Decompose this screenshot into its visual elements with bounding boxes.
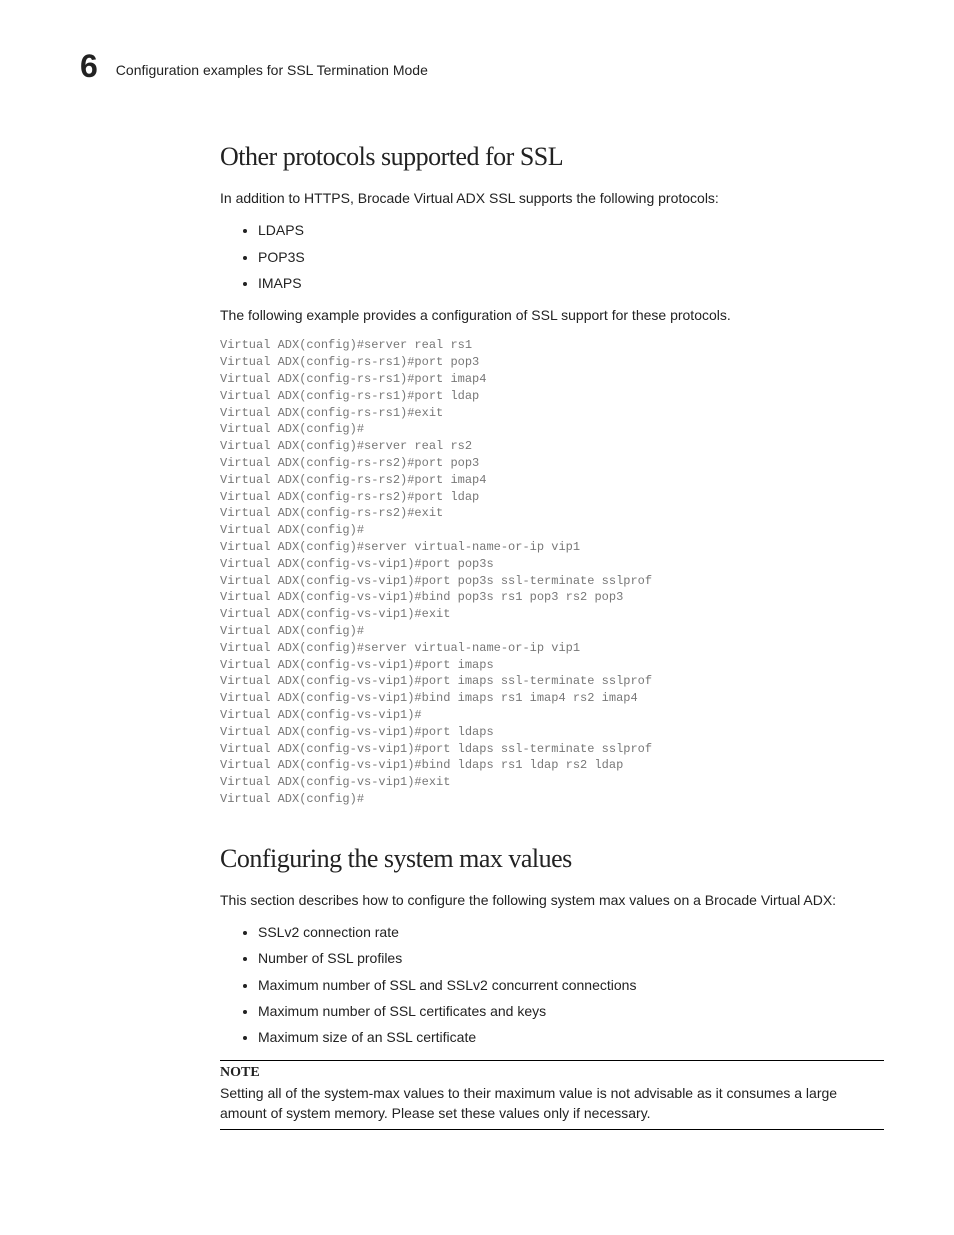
section1-intro: In addition to HTTPS, Brocade Virtual AD… — [220, 188, 884, 208]
list-item: POP3S — [258, 247, 884, 267]
note-text: Setting all of the system-max values to … — [220, 1083, 884, 1124]
list-item: LDAPS — [258, 220, 884, 240]
section-heading-system-max: Configuring the system max values — [220, 844, 884, 874]
list-item: Number of SSL profiles — [258, 948, 884, 968]
note-label: NOTE — [220, 1065, 884, 1081]
chapter-number: 6 — [80, 50, 98, 82]
list-item: Maximum number of SSL and SSLv2 concurre… — [258, 975, 884, 995]
section-heading-other-protocols: Other protocols supported for SSL — [220, 142, 884, 172]
list-item: Maximum number of SSL certificates and k… — [258, 1001, 884, 1021]
list-item: Maximum size of an SSL certificate — [258, 1027, 884, 1047]
content-area: Other protocols supported for SSL In add… — [220, 142, 884, 1130]
header-section-title: Configuration examples for SSL Terminati… — [116, 62, 428, 78]
page-header: 6 Configuration examples for SSL Termina… — [80, 50, 884, 82]
section2-intro: This section describes how to configure … — [220, 890, 884, 910]
section1-post-bullets: The following example provides a configu… — [220, 305, 884, 325]
list-item: IMAPS — [258, 273, 884, 293]
page-container: 6 Configuration examples for SSL Termina… — [0, 0, 954, 1190]
note-block: NOTE Setting all of the system-max value… — [220, 1060, 884, 1131]
section1-bullet-list: LDAPS POP3S IMAPS — [220, 220, 884, 293]
list-item: SSLv2 connection rate — [258, 922, 884, 942]
section2-bullet-list: SSLv2 connection rate Number of SSL prof… — [220, 922, 884, 1047]
code-block: Virtual ADX(config)#server real rs1 Virt… — [220, 337, 884, 807]
